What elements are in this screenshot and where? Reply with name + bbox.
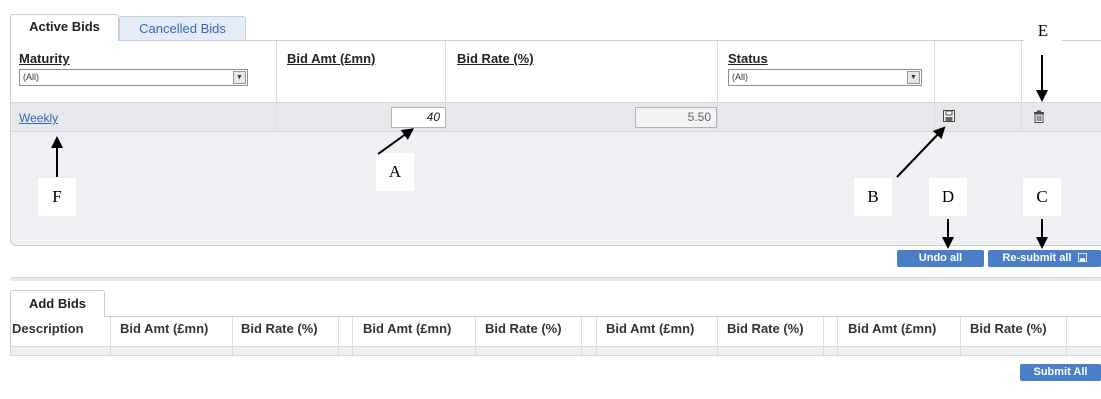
arrow-a xyxy=(377,128,415,155)
annotation-arrows xyxy=(51,55,1048,249)
arrow-b xyxy=(896,126,946,178)
